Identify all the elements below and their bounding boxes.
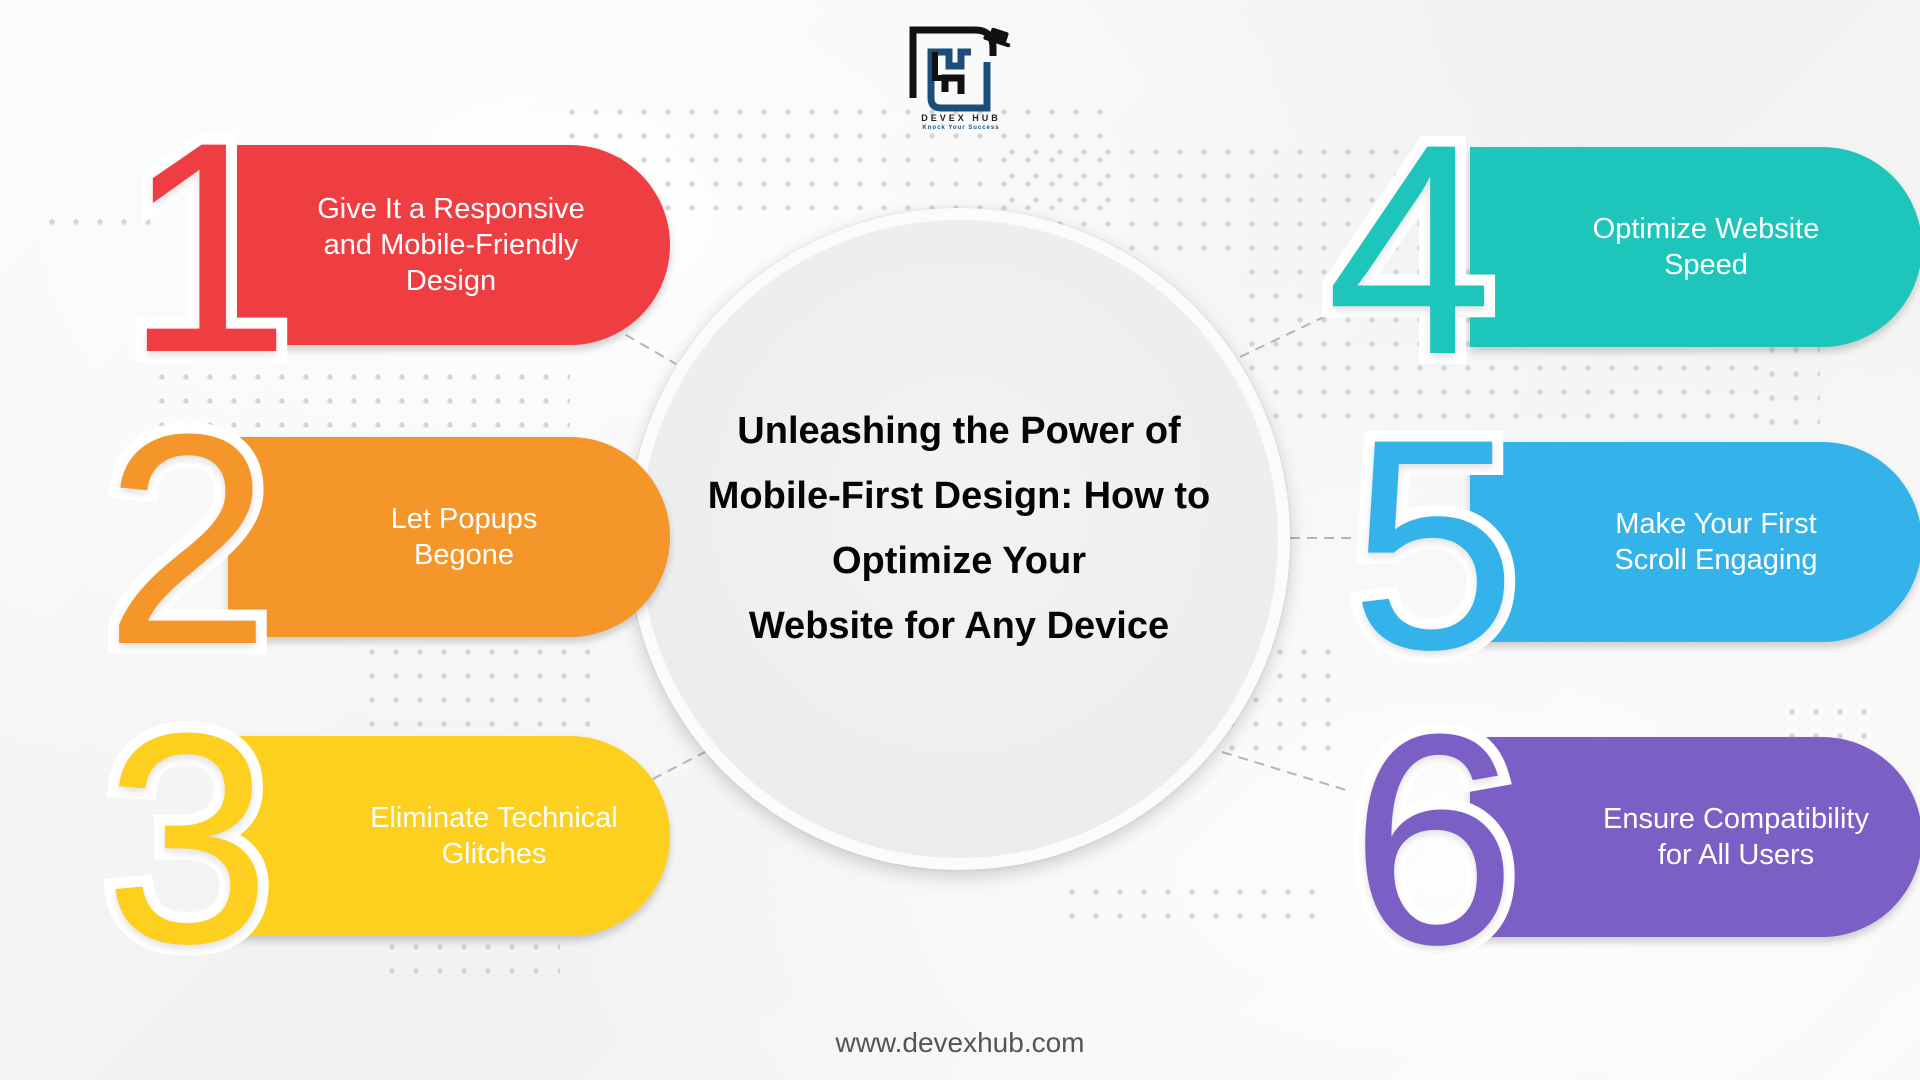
connector-4 xyxy=(1239,313,1331,358)
step-number: 2 xyxy=(93,371,282,707)
step-text: Let Popups Begone xyxy=(391,501,538,573)
step-text-line: Give It a Responsive xyxy=(317,193,585,225)
main-title-line: Optimize Your xyxy=(831,540,1087,582)
step-pill: Make Your First Scroll Engaging xyxy=(1470,442,1920,642)
connector-6 xyxy=(1221,751,1347,791)
step-text-line: Glitches xyxy=(441,838,547,870)
step-number: 3 xyxy=(93,670,282,1006)
step-text-line: Design xyxy=(405,265,497,297)
main-title-line: Website for Any Device xyxy=(748,605,1170,647)
step-number: 5 xyxy=(1339,376,1528,712)
step-text-line: Optimize Website xyxy=(1592,213,1820,245)
step-card-4: Optimize Website Speed 4 xyxy=(1315,88,1920,410)
central-circle-inner: Unleashing the Power of Mobile-First Des… xyxy=(640,220,1278,858)
central-circle: Unleashing the Power of Mobile-First Des… xyxy=(628,208,1290,870)
step-text-line: Begone xyxy=(413,539,514,571)
step-text: Ensure Compatibility for All Users xyxy=(1603,801,1869,873)
step-card-2: Let Popups Begone 2 xyxy=(93,378,670,700)
step-pill: Ensure Compatibility for All Users xyxy=(1470,737,1920,937)
step-text-line: Eliminate Technical xyxy=(370,802,618,834)
step-card-5: Make Your First Scroll Engaging 5 xyxy=(1330,383,1920,705)
main-title: Unleashing the Power of Mobile-First Des… xyxy=(659,399,1259,659)
step-text: Give It a Responsive and Mobile-Friendly… xyxy=(317,191,585,299)
step-pill: Eliminate Technical Glitches xyxy=(228,736,670,936)
step-number: 6 xyxy=(1339,671,1528,1007)
step-text-line: Make Your First xyxy=(1615,508,1817,540)
main-title-line: Unleashing the Power of xyxy=(737,410,1181,452)
step-text-line: Let Popups xyxy=(390,503,538,535)
step-card-3: Eliminate Technical Glitches 3 xyxy=(93,677,670,999)
step-number: 4 xyxy=(1315,81,1504,417)
step-text-line: and Mobile-Friendly xyxy=(323,229,579,261)
step-text-line: Speed xyxy=(1664,249,1748,281)
step-card-1: Give It a Responsive and Mobile-Friendly… xyxy=(110,86,670,408)
step-text: Eliminate Technical Glitches xyxy=(370,800,618,872)
step-pill: Give It a Responsive and Mobile-Friendly… xyxy=(228,145,670,345)
step-text-line: for All Users xyxy=(1657,839,1815,871)
step-text-line: Scroll Engaging xyxy=(1614,544,1818,576)
website-url[interactable]: www.devexhub.com xyxy=(0,1027,1920,1059)
step-text: Make Your First Scroll Engaging xyxy=(1614,506,1817,578)
step-number: 1 xyxy=(113,79,302,415)
step-pill: Optimize Website Speed xyxy=(1470,147,1920,347)
step-text-line: Ensure Compatibility xyxy=(1603,803,1869,835)
step-pill: Let Popups Begone xyxy=(228,437,670,637)
main-title-line: Mobile-First Design: How to xyxy=(707,475,1211,517)
step-text: Optimize Website Speed xyxy=(1593,211,1820,283)
step-card-6: Ensure Compatibility for All Users 6 xyxy=(1330,678,1920,1000)
